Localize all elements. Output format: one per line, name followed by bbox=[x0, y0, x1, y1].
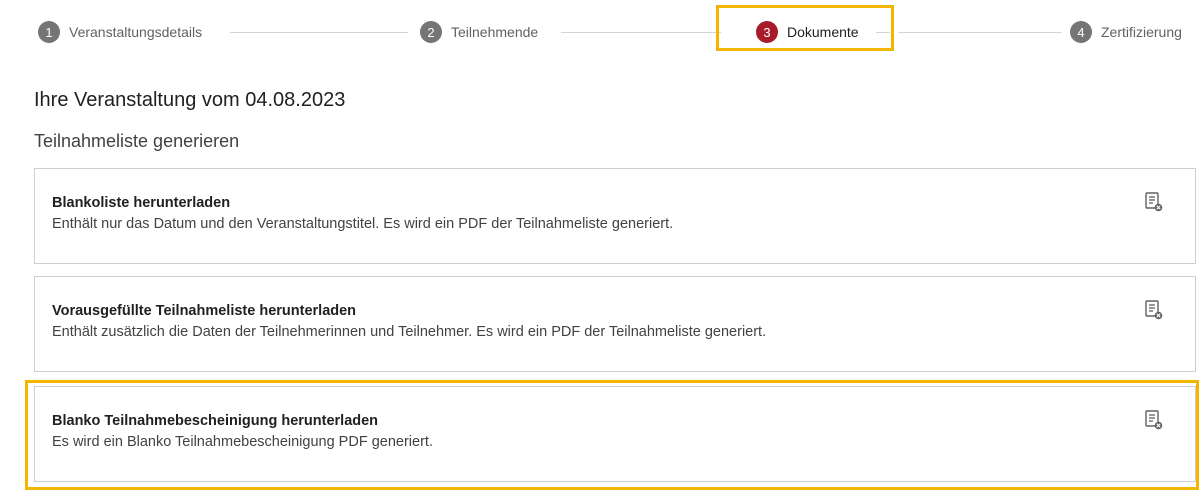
step-teilnehmende[interactable]: 2 Teilnehmende bbox=[420, 20, 538, 44]
step-number: 1 bbox=[38, 21, 60, 43]
vorausgefuellte-liste-download-card[interactable]: Vorausgefüllte Teilnahmeliste herunterla… bbox=[34, 276, 1196, 372]
card-description: Enthält nur das Datum und den Veranstalt… bbox=[52, 216, 674, 232]
document-download-icon[interactable] bbox=[1145, 410, 1163, 430]
stepper: 1 Veranstaltungsdetails 2 Teilnehmende 3… bbox=[0, 0, 1201, 64]
card-description: Enthält zusätzlich die Daten der Teilneh… bbox=[52, 324, 767, 340]
blanko-bescheinigung-download-card[interactable]: Blanko Teilnahmebescheinigung herunterla… bbox=[34, 386, 1196, 482]
step-label: Zertifizierung bbox=[1101, 24, 1182, 40]
step-label: Teilnehmende bbox=[451, 24, 539, 40]
page-title: Ihre Veranstaltung vom 04.08.2023 bbox=[34, 89, 346, 111]
document-download-icon[interactable] bbox=[1145, 300, 1163, 320]
card-description: Es wird ein Blanko Teilnahmebescheinigun… bbox=[52, 434, 433, 450]
card-title: Blankoliste herunterladen bbox=[52, 195, 231, 211]
active-step-highlight bbox=[716, 5, 894, 51]
step-connector bbox=[230, 32, 408, 33]
document-download-icon[interactable] bbox=[1145, 192, 1163, 212]
step-zertifizierung[interactable]: 4 Zertifizierung bbox=[1070, 20, 1182, 44]
step-connector bbox=[898, 32, 1062, 33]
step-number: 4 bbox=[1070, 21, 1092, 43]
step-veranstaltungsdetails[interactable]: 1 Veranstaltungsdetails bbox=[38, 20, 202, 44]
card-title: Vorausgefüllte Teilnahmeliste herunterla… bbox=[52, 303, 357, 319]
section-title: Teilnahmeliste generieren bbox=[34, 131, 240, 151]
step-connector bbox=[561, 32, 721, 33]
card-title: Blanko Teilnahmebescheinigung herunterla… bbox=[52, 413, 379, 429]
step-number: 2 bbox=[420, 21, 442, 43]
step-label: Veranstaltungsdetails bbox=[69, 24, 203, 40]
blankoliste-download-card[interactable]: Blankoliste herunterladen Enthält nur da… bbox=[34, 168, 1196, 264]
